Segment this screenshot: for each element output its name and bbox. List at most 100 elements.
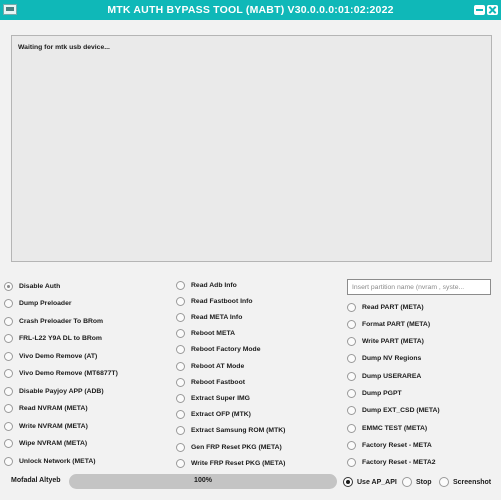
option-read-nvram-meta[interactable]: Read NVRAM (META) xyxy=(4,403,88,415)
option-radio[interactable] xyxy=(4,351,13,361)
stop-label: Stop xyxy=(416,478,432,486)
option-reboot-at-mode[interactable]: Reboot AT Mode xyxy=(176,360,244,372)
option-reboot-fastboot[interactable]: Reboot Fastboot xyxy=(176,376,245,388)
close-icon[interactable] xyxy=(487,5,498,15)
option-radio[interactable] xyxy=(176,393,185,403)
option-radio[interactable] xyxy=(176,280,185,290)
option-extract-samsung-rom-mtk[interactable]: Extract Samsung ROM (MTK) xyxy=(176,425,285,437)
option-label: Factory Reset - META xyxy=(362,441,432,449)
option-label: FRL-L22 Y9A DL to BRom xyxy=(19,335,102,342)
option-label: Reboot META xyxy=(191,330,236,338)
option-vivo-demo-remove-mt6877t[interactable]: Vivo Demo Remove (MT6877T) xyxy=(4,368,118,380)
option-format-part-meta[interactable]: Format PART (META) xyxy=(347,318,430,330)
option-radio[interactable] xyxy=(176,296,185,306)
log-text: Waiting for mtk usb device... xyxy=(18,44,110,51)
option-factory-reset-meta2[interactable]: Factory Reset - META2 xyxy=(347,457,436,469)
stop-radio[interactable] xyxy=(402,477,412,487)
option-label: Wipe NVRAM (META) xyxy=(19,440,88,447)
option-label: Extract Super IMG xyxy=(191,394,250,402)
option-radio[interactable] xyxy=(176,426,185,436)
minimize-icon[interactable] xyxy=(474,5,485,15)
option-radio[interactable] xyxy=(176,458,185,468)
option-crash-preloader-to-brom[interactable]: Crash Preloader To BRom xyxy=(4,315,103,327)
option-frl-l22-y9a-dl-to-brom[interactable]: FRL-L22 Y9A DL to BRom xyxy=(4,333,102,345)
option-dump-nv-regions[interactable]: Dump NV Regions xyxy=(347,353,421,365)
option-radio[interactable] xyxy=(347,337,356,347)
option-radio[interactable] xyxy=(4,404,13,413)
option-emmc-test-meta[interactable]: EMMC TEST (META) xyxy=(347,422,427,434)
log-panel[interactable]: Waiting for mtk usb device... xyxy=(11,35,492,262)
option-label: Gen FRP Reset PKG (META) xyxy=(191,443,282,451)
option-radio[interactable] xyxy=(347,389,356,398)
option-radio[interactable] xyxy=(347,354,356,364)
option-radio[interactable] xyxy=(4,421,13,431)
option-radio[interactable] xyxy=(4,369,13,378)
screenshot-option[interactable]: Screenshot xyxy=(439,476,491,488)
option-radio[interactable] xyxy=(4,299,13,308)
option-reboot-meta[interactable]: Reboot META xyxy=(176,328,235,340)
option-radio[interactable] xyxy=(176,361,185,371)
option-label: Write FRP Reset PKG (META) xyxy=(191,459,286,467)
option-gen-frp-reset-pkg-meta[interactable]: Gen FRP Reset PKG (META) xyxy=(176,441,282,453)
screenshot-radio[interactable] xyxy=(439,477,449,487)
option-disable-auth[interactable]: Disable Auth xyxy=(4,280,60,292)
option-dump-userarea[interactable]: Dump USERAREA xyxy=(347,370,421,382)
option-radio[interactable] xyxy=(347,302,356,312)
option-factory-reset-meta[interactable]: Factory Reset - META xyxy=(347,439,432,451)
option-radio[interactable] xyxy=(4,316,13,326)
option-label: Disable Auth xyxy=(19,282,61,290)
use-ap-api-label: Use AP_API xyxy=(357,478,397,486)
use-ap-api-option[interactable]: Use AP_API xyxy=(343,476,397,488)
option-radio[interactable] xyxy=(4,439,13,448)
option-extract-ofp-mtk[interactable]: Extract OFP (MTK) xyxy=(176,409,251,421)
option-dump-pgpt[interactable]: Dump PGPT xyxy=(347,388,402,400)
option-disable-payjoy-app-adb[interactable]: Disable Payjoy APP (ADB) xyxy=(4,385,104,397)
option-label: Dump PGPT xyxy=(362,390,402,397)
option-radio[interactable] xyxy=(347,371,356,381)
option-dump-preloader[interactable]: Dump Preloader xyxy=(4,298,72,310)
stop-option[interactable]: Stop xyxy=(402,476,432,488)
option-write-nvram-meta[interactable]: Write NVRAM (META) xyxy=(4,420,88,432)
option-unlock-network-meta[interactable]: Unlock Network (META) xyxy=(4,455,96,467)
use-ap-api-radio[interactable] xyxy=(343,477,353,487)
option-dump-ext-csd-meta[interactable]: Dump EXT_CSD (META) xyxy=(347,405,440,417)
option-label: Crash Preloader To BRom xyxy=(19,317,104,325)
option-radio[interactable] xyxy=(4,456,13,466)
option-reboot-factory-mode[interactable]: Reboot Factory Mode xyxy=(176,344,260,356)
option-label: Format PART (META) xyxy=(362,320,431,328)
window-title: MTK AUTH BYPASS TOOL (MABT) V30.0.0.0:01… xyxy=(107,4,394,16)
option-radio[interactable] xyxy=(4,281,13,291)
option-radio[interactable] xyxy=(176,410,185,420)
option-read-adb-info[interactable]: Read Adb Info xyxy=(176,279,237,291)
option-radio[interactable] xyxy=(347,406,356,416)
option-label: Dump NV Regions xyxy=(362,355,422,363)
option-radio[interactable] xyxy=(176,442,185,452)
option-radio[interactable] xyxy=(347,458,356,468)
option-radio[interactable] xyxy=(176,312,185,322)
option-radio[interactable] xyxy=(176,329,185,339)
option-label: EMMC TEST (META) xyxy=(362,424,428,432)
option-radio[interactable] xyxy=(4,334,13,343)
progress-bar: 100% xyxy=(69,474,337,489)
option-label: Write NVRAM (META) xyxy=(19,422,88,430)
option-radio[interactable] xyxy=(347,319,356,329)
option-vivo-demo-remove-at[interactable]: Vivo Demo Remove (AT) xyxy=(4,350,97,362)
option-label: Reboot Factory Mode xyxy=(191,346,261,354)
option-radio[interactable] xyxy=(4,386,13,396)
option-radio[interactable] xyxy=(176,377,185,387)
option-read-meta-info[interactable]: Read META Info xyxy=(176,311,242,323)
option-label: Read Fastboot Info xyxy=(191,297,253,305)
option-read-part-meta[interactable]: Read PART (META) xyxy=(347,301,424,313)
option-extract-super-img[interactable]: Extract Super IMG xyxy=(176,392,250,404)
option-write-frp-reset-pkg-meta[interactable]: Write FRP Reset PKG (META) xyxy=(176,457,285,469)
option-read-fastboot-info[interactable]: Read Fastboot Info xyxy=(176,295,253,307)
option-write-part-meta[interactable]: Write PART (META) xyxy=(347,336,424,348)
option-label: Read PART (META) xyxy=(362,303,424,311)
partition-name-input[interactable] xyxy=(347,279,491,295)
option-radio[interactable] xyxy=(347,423,356,433)
option-radio[interactable] xyxy=(176,345,185,355)
option-radio[interactable] xyxy=(347,440,356,450)
title-bar: MTK AUTH BYPASS TOOL (MABT) V30.0.0.0:01… xyxy=(0,0,501,20)
option-wipe-nvram-meta[interactable]: Wipe NVRAM (META) xyxy=(4,438,87,450)
option-label: Dump USERAREA xyxy=(362,372,422,380)
